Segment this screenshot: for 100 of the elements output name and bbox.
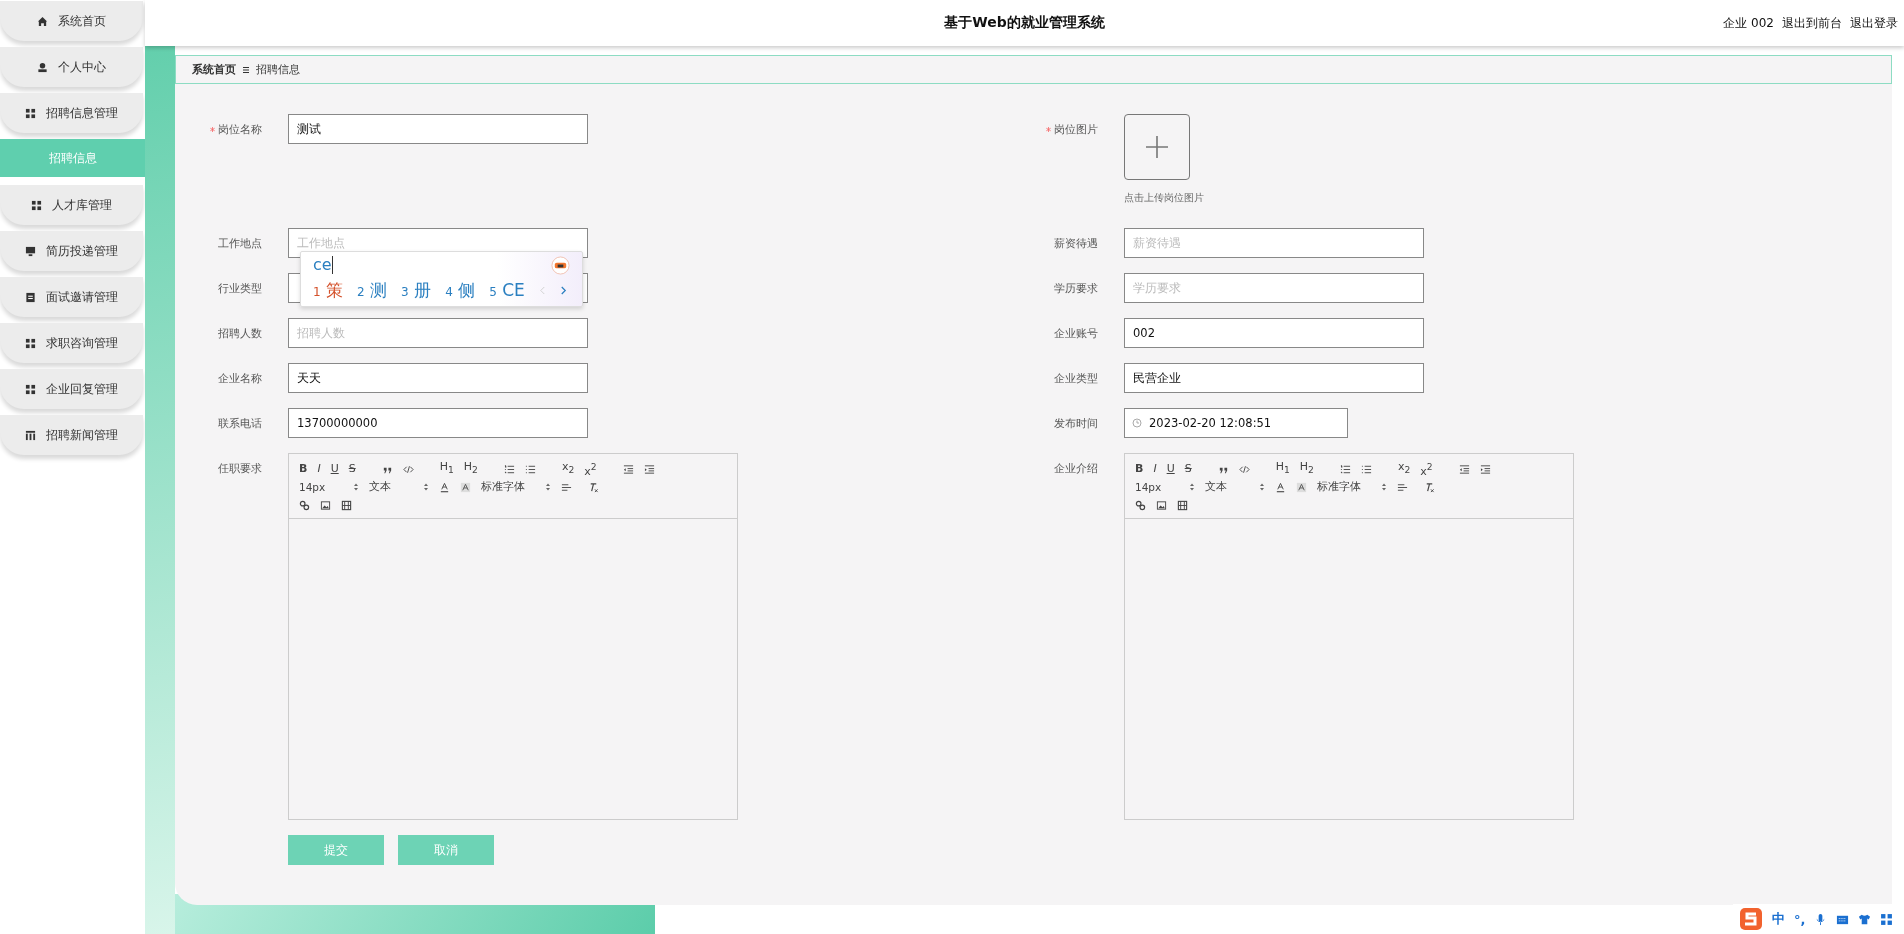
upload-hint: 点击上传岗位图片: [1124, 192, 1205, 205]
format-button[interactable]: x$_{2}$: [561, 461, 575, 477]
document-icon: [25, 291, 36, 303]
ime-candidate[interactable]: 4 侧: [445, 278, 476, 302]
sidebar-item[interactable]: 人才库管理: [0, 185, 143, 225]
align-icon[interactable]: [561, 481, 572, 493]
text-field[interactable]: 民营企业: [1124, 363, 1424, 393]
indent-icon[interactable]: [643, 463, 655, 475]
sidebar-item[interactable]: 企业回复管理: [0, 369, 143, 409]
sidebar-item[interactable]: 个人中心: [0, 47, 143, 87]
header-link[interactable]: 退出登录: [1850, 15, 1898, 32]
list-icon[interactable]: [1360, 463, 1372, 475]
clear-format-icon[interactable]: [1424, 481, 1435, 493]
format-button[interactable]: H$_{1}$: [1275, 461, 1290, 477]
clear-format-icon[interactable]: [588, 481, 599, 493]
sidebar-item[interactable]: 简历投递管理: [0, 231, 143, 271]
text-field[interactable]: 002: [1124, 318, 1424, 348]
format-button[interactable]: S: [1184, 463, 1192, 475]
format-button[interactable]: x$^{2}$: [1420, 460, 1433, 478]
grid-icon: [25, 107, 36, 119]
text-field[interactable]: 学历要求: [1124, 273, 1424, 303]
text-field[interactable]: 天天: [288, 363, 588, 393]
ime-candidate[interactable]: 5 CE: [489, 280, 525, 300]
sidebar-item[interactable]: 系统首页: [0, 1, 143, 41]
text-field[interactable]: 薪资待遇: [1124, 228, 1424, 258]
sidebar-item[interactable]: 招聘新闻管理: [0, 415, 143, 455]
indent-icon[interactable]: [1479, 463, 1491, 475]
link-icon[interactable]: [299, 499, 310, 511]
text-field[interactable]: 13700000000: [288, 408, 588, 438]
app-title: 基于Web的就业管理系统: [944, 14, 1105, 32]
format-button[interactable]: B: [1135, 463, 1144, 475]
format-button[interactable]: x$_{2}$: [1397, 461, 1411, 477]
sidebar-item[interactable]: 招聘信息管理: [0, 93, 143, 133]
format-button[interactable]: U: [1166, 463, 1175, 475]
font-family-select[interactable]: 标准字体: [481, 480, 551, 494]
heading-select[interactable]: 文本: [369, 480, 429, 494]
field-label: 企业介绍: [1054, 460, 1098, 476]
punctuation-toggle[interactable]: °,: [1794, 911, 1806, 927]
next-page-icon[interactable]: [559, 284, 567, 296]
format-button[interactable]: I: [1153, 463, 1157, 475]
list-icon[interactable]: [1339, 463, 1351, 475]
list-icon[interactable]: [503, 463, 515, 475]
font-size-select[interactable]: 14px: [299, 481, 359, 493]
updown-icon: [353, 482, 359, 492]
code-icon[interactable]: [402, 463, 414, 475]
format-button[interactable]: B: [299, 463, 308, 475]
input-mode-toggle[interactable]: 中: [1772, 910, 1785, 928]
grid-icon: [31, 199, 42, 211]
align-icon[interactable]: [1397, 481, 1408, 493]
text-field[interactable]: 测试: [288, 114, 588, 144]
video-icon[interactable]: [1177, 499, 1188, 511]
format-button[interactable]: x$^{2}$: [584, 460, 597, 478]
heading-select[interactable]: 文本: [1205, 480, 1265, 494]
format-button[interactable]: H$_{2}$: [463, 461, 478, 477]
grid-icon[interactable]: [1880, 912, 1894, 926]
field-label: 行业类型: [218, 280, 262, 296]
format-button[interactable]: U: [330, 463, 339, 475]
format-button[interactable]: H$_{1}$: [439, 461, 454, 477]
image-icon[interactable]: [320, 499, 331, 511]
updown-icon: [1259, 482, 1265, 492]
breadcrumb-item[interactable]: 系统首页: [192, 62, 236, 77]
date-field[interactable]: 2023-02-20 12:08:51: [1124, 408, 1348, 438]
plus-icon: [1145, 135, 1169, 159]
sidebar-item[interactable]: 求职咨询管理: [0, 323, 143, 363]
sidebar-item[interactable]: 面试邀请管理: [0, 277, 143, 317]
bars-icon: [25, 429, 36, 441]
format-button[interactable]: I: [317, 463, 321, 475]
ime-logo-icon[interactable]: [1739, 907, 1763, 931]
clock-icon: [1132, 418, 1142, 428]
text-field[interactable]: 招聘人数: [288, 318, 588, 348]
breadcrumb-item: 招聘信息: [256, 62, 300, 77]
background-color-icon[interactable]: [460, 481, 471, 493]
video-icon[interactable]: [341, 499, 352, 511]
ime-candidate[interactable]: 2 测: [357, 278, 388, 302]
text-color-icon[interactable]: [1275, 481, 1286, 493]
updown-icon: [1381, 482, 1387, 492]
code-icon[interactable]: [1238, 463, 1250, 475]
field-label: 企业账号: [1054, 325, 1098, 341]
field-label: 联系电话: [218, 415, 262, 431]
ime-candidate[interactable]: 1 策: [313, 278, 344, 302]
background-color-icon[interactable]: [1296, 481, 1307, 493]
user-icon: [37, 61, 48, 73]
indent-icon[interactable]: [1458, 463, 1470, 475]
indent-icon[interactable]: [622, 463, 634, 475]
field-label: 岗位图片: [1054, 121, 1098, 137]
format-button[interactable]: H$_{2}$: [1299, 461, 1314, 477]
image-upload-button[interactable]: [1124, 114, 1190, 180]
font-size-select[interactable]: 14px: [1135, 481, 1195, 493]
ime-candidate[interactable]: 3 册: [401, 278, 432, 302]
shirt-icon[interactable]: [1858, 912, 1872, 926]
required-asterisk-icon: [1046, 126, 1051, 132]
image-icon[interactable]: [1156, 499, 1167, 511]
field-label: 发布时间: [1054, 415, 1098, 431]
text-color-icon[interactable]: [439, 481, 450, 493]
monitor-icon: [25, 245, 36, 257]
font-family-select[interactable]: 标准字体: [1317, 480, 1387, 494]
header-link[interactable]: 退出到前台: [1782, 15, 1842, 32]
list-icon[interactable]: [524, 463, 536, 475]
format-button[interactable]: S: [348, 463, 356, 475]
link-icon[interactable]: [1135, 499, 1146, 511]
